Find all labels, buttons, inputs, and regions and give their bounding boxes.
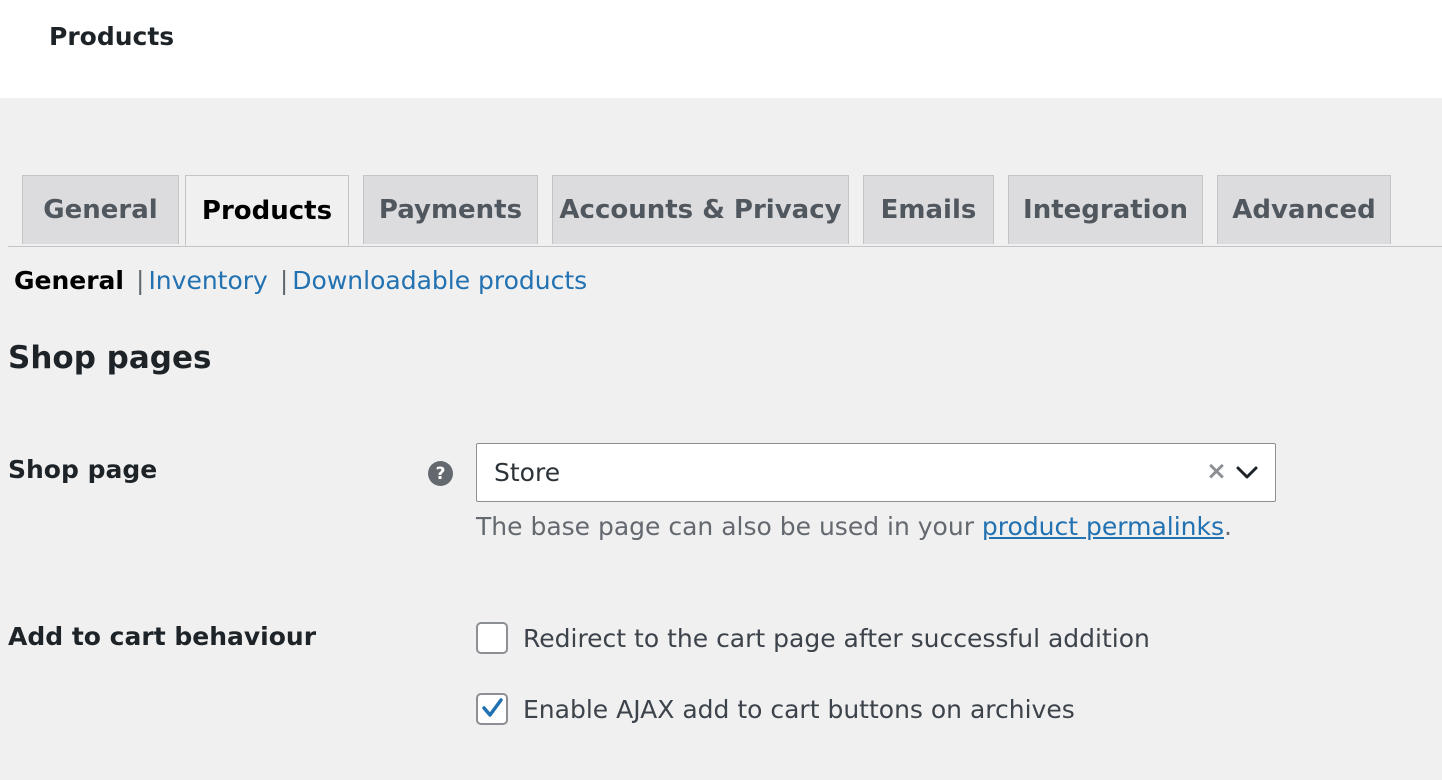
subnav-current-general: General bbox=[14, 266, 124, 295]
tab-products[interactable]: Products bbox=[185, 175, 349, 246]
tab-emails[interactable]: Emails bbox=[863, 175, 994, 244]
ajax-add-to-cart-option: Enable AJAX add to cart buttons on archi… bbox=[476, 693, 1075, 725]
ajax-add-to-cart-label[interactable]: Enable AJAX add to cart buttons on archi… bbox=[523, 695, 1075, 724]
product-permalinks-link[interactable]: product permalinks bbox=[982, 512, 1224, 541]
tab-payments[interactable]: Payments bbox=[363, 175, 538, 244]
section-heading: Shop pages bbox=[8, 340, 212, 376]
redirect-to-cart-option: Redirect to the cart page after successf… bbox=[476, 622, 1150, 654]
shop-page-label: Shop page bbox=[8, 455, 158, 484]
redirect-to-cart-checkbox[interactable] bbox=[476, 622, 508, 654]
ajax-add-to-cart-checkbox[interactable] bbox=[476, 693, 508, 725]
chevron-down-icon[interactable] bbox=[1235, 464, 1259, 482]
page-title: Products bbox=[49, 22, 175, 51]
clear-selection-icon[interactable]: × bbox=[1206, 456, 1227, 485]
tab-advanced[interactable]: Advanced bbox=[1217, 175, 1391, 244]
redirect-to-cart-label[interactable]: Redirect to the cart page after successf… bbox=[523, 624, 1150, 653]
subnav-link-downloadable-products[interactable]: Downloadable products bbox=[292, 266, 587, 295]
checkmark-icon bbox=[482, 698, 503, 717]
shop-page-select[interactable]: Store × bbox=[476, 443, 1276, 502]
tab-integration[interactable]: Integration bbox=[1008, 175, 1203, 244]
shop-page-selected-value: Store bbox=[494, 458, 561, 487]
tab-accounts-privacy[interactable]: Accounts & Privacy bbox=[552, 175, 849, 244]
settings-tabs: General Products Payments Accounts & Pri… bbox=[8, 175, 1442, 247]
subnav-separator: | bbox=[136, 266, 145, 295]
subnav-link-inventory[interactable]: Inventory bbox=[148, 266, 267, 295]
subnav-separator: | bbox=[279, 266, 289, 295]
section-subnav: General | Inventory | Downloadable produ… bbox=[14, 266, 587, 295]
tab-general[interactable]: General bbox=[22, 175, 179, 244]
top-header-bar: Products bbox=[0, 0, 1442, 98]
question-circle-icon[interactable]: ? bbox=[428, 461, 453, 486]
add-to-cart-behaviour-label: Add to cart behaviour bbox=[8, 622, 317, 651]
description-text: The base page can also be used in your bbox=[476, 512, 982, 541]
shop-page-description: The base page can also be used in your p… bbox=[476, 512, 1232, 541]
help-glyph: ? bbox=[435, 463, 446, 484]
description-suffix: . bbox=[1224, 512, 1232, 541]
